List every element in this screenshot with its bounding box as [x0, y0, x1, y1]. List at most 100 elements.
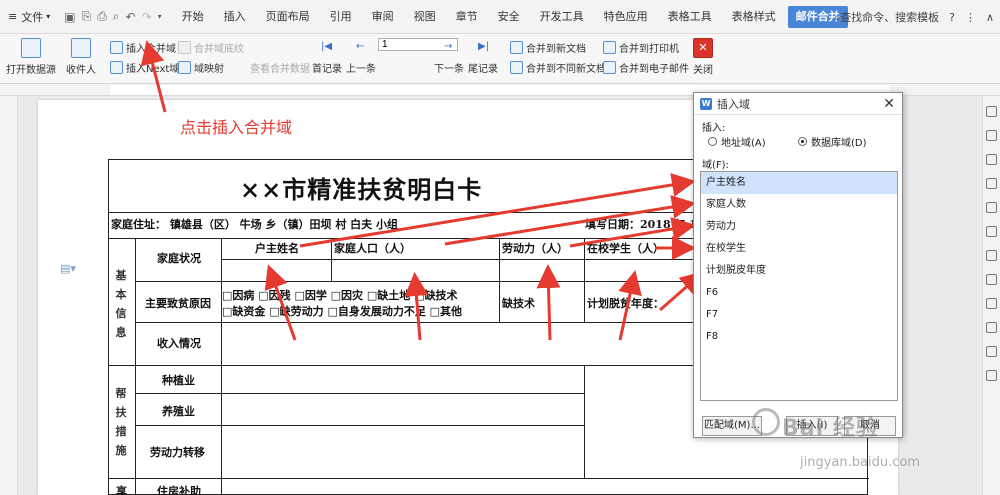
merge-printer-button[interactable]: 合并到打印机: [603, 40, 679, 55]
list-item[interactable]: 家庭人数: [701, 194, 897, 216]
last-record-icon[interactable]: ▶|: [478, 41, 489, 52]
tab-table-tools[interactable]: 表格工具: [658, 0, 722, 34]
merge-field-shading-button[interactable]: 合并域底纹: [178, 40, 244, 55]
first-record-button[interactable]: 首记录: [312, 60, 342, 75]
field-list[interactable]: 户主姓名 家庭人数 劳动力 在校学生 计划脱皮年度 F6 F7 F8: [700, 171, 898, 401]
printer-icon: [603, 41, 616, 54]
field-map-button[interactable]: 域映射: [178, 60, 224, 75]
sidebar-style-icon[interactable]: [986, 106, 997, 117]
chevron-down-icon[interactable]: ▾: [158, 12, 162, 21]
first-record-icon[interactable]: |◀: [321, 41, 332, 52]
last-record-label: 尾记录: [468, 64, 498, 75]
quick-access: ▣ ⎘ ⎙ ⌕ ↶ ↷ ▾: [58, 9, 167, 24]
next-record-icon[interactable]: →: [444, 41, 452, 52]
more-icon[interactable]: ⋮: [965, 11, 976, 24]
next-section-label: 享: [116, 485, 127, 495]
vertical-ruler[interactable]: [0, 96, 18, 495]
view-merged-data-button[interactable]: 查看合并数据: [250, 60, 310, 75]
insert-merge-field-button[interactable]: 插入合并域: [110, 40, 176, 55]
next-field-icon: [110, 61, 123, 74]
radio-database-field[interactable]: 数据库域(D): [798, 134, 867, 149]
sidebar-shape-icon[interactable]: [986, 154, 997, 165]
help-icon[interactable]: ?: [949, 11, 955, 24]
tab-table-style[interactable]: 表格样式: [722, 0, 786, 34]
list-item[interactable]: 在校学生: [701, 238, 897, 260]
fill-date: 填写日期：2018 年 1: [585, 218, 697, 231]
merge-new-doc-label: 合并到新文档: [526, 44, 586, 55]
insert-field-icon: [110, 41, 123, 54]
tab-references[interactable]: 引用: [320, 0, 362, 34]
list-item[interactable]: 户主姓名: [701, 172, 897, 194]
tab-view[interactable]: 视图: [404, 0, 446, 34]
undo-icon[interactable]: ↶: [126, 10, 136, 24]
prev-record-button[interactable]: 上一条: [346, 60, 376, 75]
merge-email-label: 合并到电子邮件: [619, 64, 689, 75]
sidebar-doc-icon[interactable]: [986, 202, 997, 213]
print-preview-icon[interactable]: ⌕: [113, 9, 120, 24]
wps-logo-icon: W: [700, 97, 712, 110]
sidebar-extra-icon[interactable]: [986, 370, 997, 381]
view-merged-data-label: 查看合并数据: [250, 64, 310, 75]
tab-review[interactable]: 审阅: [362, 0, 404, 34]
list-item[interactable]: F6: [701, 282, 897, 304]
sidebar-more-icon[interactable]: [986, 346, 997, 357]
close-icon[interactable]: ✕: [883, 96, 895, 112]
tab-insert[interactable]: 插入: [214, 0, 256, 34]
menu-right: ⌕查找命令、搜索模板 ? ⋮ ∧: [834, 0, 994, 34]
lack-tech-label: 缺技术: [502, 297, 535, 310]
merge-diff-docs-button[interactable]: 合并到不同新文档: [510, 60, 606, 75]
basic-info-label: 基本信息: [115, 269, 127, 339]
insert-next-field-button[interactable]: 插入Next域: [110, 60, 179, 75]
field-map-label: 域映射: [194, 64, 224, 75]
open-source-button[interactable]: 打开数据源: [6, 38, 56, 76]
open-source-label: 打开数据源: [6, 65, 56, 76]
sidebar-settings-icon[interactable]: [986, 178, 997, 189]
merge-email-button[interactable]: 合并到电子邮件: [603, 60, 689, 75]
list-item[interactable]: 劳动力: [701, 216, 897, 238]
tab-chapter[interactable]: 章节: [446, 0, 488, 34]
format-painter-icon[interactable]: ⎘: [82, 9, 92, 24]
sidebar-select-icon[interactable]: [986, 130, 997, 141]
redo-icon[interactable]: ↷: [142, 10, 152, 24]
file-menu[interactable]: ≡ 文件 ▾: [0, 0, 58, 34]
dialog-title-bar[interactable]: W 插入域: [694, 93, 902, 115]
paragraph-icon[interactable]: ▤▾: [60, 262, 76, 275]
last-record-button[interactable]: 尾记录: [468, 60, 498, 75]
list-item[interactable]: 计划脱皮年度: [701, 260, 897, 282]
mail-merge-ribbon: 打开数据源 收件人 插入合并域 合并域底纹 插入Next域 域映射 查看合并数据…: [0, 34, 1000, 84]
close-merge-button[interactable]: ✕ 关闭: [693, 38, 713, 76]
collapse-icon[interactable]: ∧: [986, 11, 994, 24]
sidebar-backup-icon[interactable]: [986, 274, 997, 285]
address-row: 家庭住址： 镇雄县（区） 牛场 乡（镇）田坝 村 白夫 小组: [111, 218, 398, 231]
tab-page-layout[interactable]: 页面布局: [256, 0, 320, 34]
merge-printer-label: 合并到打印机: [619, 44, 679, 55]
chevron-down-icon: ▾: [46, 12, 51, 21]
print-icon[interactable]: ⎙: [97, 9, 107, 24]
radio-address-field[interactable]: 地址域(A): [708, 134, 766, 149]
tab-features[interactable]: 特色应用: [594, 0, 658, 34]
causes-line-2: □缺资金 □缺劳动力 □自身发展动力不足 □其他: [222, 305, 463, 318]
radio-address-label: 地址域(A): [721, 138, 766, 149]
tab-developer[interactable]: 开发工具: [530, 0, 594, 34]
recipient-button[interactable]: 收件人: [66, 38, 96, 76]
field-map-icon: [178, 61, 191, 74]
save-icon[interactable]: ▣: [64, 10, 75, 24]
list-item[interactable]: F8: [701, 326, 897, 348]
col-labor: 劳动力（人）: [502, 242, 568, 255]
tab-home[interactable]: 开始: [172, 0, 214, 34]
sidebar-help-icon[interactable]: [986, 298, 997, 309]
poverty-cause-label: 主要致贫原因: [145, 297, 211, 310]
merge-new-doc-button[interactable]: 合并到新文档: [510, 40, 586, 55]
search-command[interactable]: ⌕查找命令、搜索模板: [834, 9, 939, 25]
fields-label: 域(F):: [702, 160, 729, 171]
new-doc-icon: [510, 41, 523, 54]
merge-field-shading-label: 合并域底纹: [194, 44, 244, 55]
list-item[interactable]: F7: [701, 304, 897, 326]
sidebar-tool-icon[interactable]: [986, 226, 997, 237]
insert-field-dialog[interactable]: W 插入域 ✕ 插入: 地址域(A) 数据库域(D) 域(F): 户主姓名 家庭…: [693, 92, 903, 438]
tab-security[interactable]: 安全: [488, 0, 530, 34]
prev-record-icon[interactable]: ←: [356, 41, 364, 52]
next-record-button[interactable]: 下一条: [434, 60, 464, 75]
sidebar-nav-icon[interactable]: [986, 322, 997, 333]
sidebar-share-icon[interactable]: [986, 250, 997, 261]
